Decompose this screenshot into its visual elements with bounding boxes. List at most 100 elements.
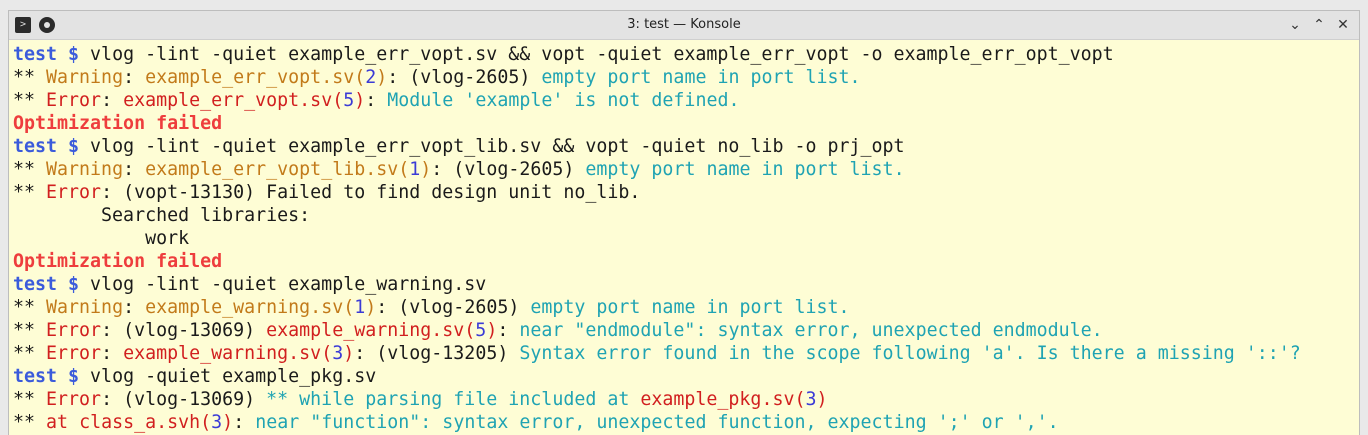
stars: ** [13,90,47,111]
error-label: Error [46,343,102,364]
lparen: ( [398,159,410,180]
sep: : [123,67,146,88]
stars: ** [13,343,47,364]
terminal-line: ** Error: (vlog-13069) example_warning.s… [13,319,1359,342]
terminal-line: test $ vlog -lint -quiet example_err_vop… [13,135,1359,158]
at-label: at [46,412,69,433]
command-text: vlog -lint -quiet example_err_vopt.sv &&… [79,44,1114,65]
rparen: ) [420,159,432,180]
rparen: ) [376,67,388,88]
command-text: vlog -lint -quiet example_err_vopt_lib.s… [79,136,905,157]
error-label: Error [46,90,102,111]
diag-message: near "function": syntax error, unexpecte… [255,412,1059,433]
stars: ** [13,389,47,410]
konsole-window: > 3: test — Konsole ⌄ ⌃ ✕ test $ vlog -l… [8,10,1360,435]
close-button[interactable]: ✕ [1333,15,1353,35]
shell-prompt: test $ [13,366,80,387]
file-name: example_err_vopt.sv [123,90,333,111]
warning-label: Warning [46,297,124,318]
terminal-line: work [13,227,1359,250]
file-name: example_warning.sv [266,320,465,341]
diag-code: : (vlog-13205) [354,343,520,364]
terminal-line: ** Error: (vlog-13069) ** while parsing … [13,388,1359,411]
rparen: ) [365,297,377,318]
warning-label: Warning [46,67,124,88]
file-name: example_pkg.sv [640,389,795,410]
diag-message: empty port name in port list. [585,159,905,180]
diag-text: : (vopt-13130) Failed to find design uni… [101,182,641,203]
terminal-line: Optimization failed [13,112,1359,135]
window-title: 3: test — Konsole [627,17,741,32]
error-label: Error [46,320,102,341]
line-number: 5 [475,320,487,341]
diag-code: : (vlog-2605) [431,159,586,180]
optimization-failed: Optimization failed [13,113,223,134]
diag-message: Syntax error found in the scope followin… [519,343,1301,364]
terminal-line: ** Warning: example_err_vopt.sv(2): (vlo… [13,66,1359,89]
file-name: example_err_vopt_lib.sv [145,159,399,180]
file-name: example_err_vopt.sv [145,67,355,88]
minimize-button[interactable]: ⌄ [1285,15,1305,35]
stars: ** [13,320,47,341]
lparen: ( [321,343,333,364]
rparen: ) [486,320,498,341]
diag-message: ** while parsing file included at [266,389,641,410]
diag-message: empty port name in port list. [530,297,850,318]
lparen: ( [464,320,476,341]
stars: ** [13,182,47,203]
sep: : [123,297,146,318]
terminal-line: ** Error: (vopt-13130) Failed to find de… [13,181,1359,204]
optimization-failed: Optimization failed [13,251,223,272]
file-name: example_warning.sv [145,297,344,318]
rparen: ) [816,389,828,410]
diag-code: : (vlog-2605) [376,297,531,318]
diag-code: : (vlog-2605) [387,67,542,88]
sep: : [101,343,124,364]
line-number: 1 [354,297,366,318]
rparen: ) [343,343,355,364]
sep: : [123,159,146,180]
title-bar: > 3: test — Konsole ⌄ ⌃ ✕ [9,11,1359,40]
sep [68,412,79,433]
terminal-line: ** Error: example_err_vopt.sv(5): Module… [13,89,1359,112]
error-label: Error [46,389,102,410]
line-number: 2 [365,67,377,88]
diag-code: : (vlog-13069) [101,389,267,410]
file-name: class_a.svh [79,412,201,433]
diag-code: : (vlog-13069) [101,320,267,341]
diag-message: Module 'example' is not defined. [387,90,740,111]
sep: : [101,90,124,111]
diag-message: near "endmodule": syntax error, unexpect… [519,320,1103,341]
plain-text: work [13,228,190,249]
terminal-line: ** Warning: example_err_vopt_lib.sv(1): … [13,158,1359,181]
terminal-line: Optimization failed [13,250,1359,273]
maximize-button[interactable]: ⌃ [1309,15,1329,35]
rparen: ) [222,412,234,433]
stars: ** [13,412,47,433]
stars: ** [13,67,47,88]
terminal-line: ** at class_a.svh(3): near "function": s… [13,411,1359,434]
sep: : [233,412,256,433]
plain-text: Searched libraries: [13,205,311,226]
shell-prompt: test $ [13,44,80,65]
diag-code: : [365,90,388,111]
line-number: 3 [805,389,817,410]
stars: ** [13,159,47,180]
line-number: 3 [332,343,344,364]
terminal-line: ** Error: example_warning.sv(3): (vlog-1… [13,342,1359,365]
file-name: example_warning.sv [123,343,322,364]
lparen: ( [354,67,366,88]
warning-label: Warning [46,159,124,180]
rparen: ) [354,90,366,111]
line-number: 1 [409,159,421,180]
line-number: 3 [211,412,223,433]
error-label: Error [46,182,102,203]
command-text: vlog -quiet example_pkg.sv [79,366,377,387]
lparen: ( [200,412,212,433]
sep: : [497,320,520,341]
lparen: ( [794,389,806,410]
terminal-line: test $ vlog -quiet example_pkg.sv [13,365,1359,388]
terminal-line: ** Warning: example_warning.sv(1): (vlog… [13,296,1359,319]
terminal-output[interactable]: test $ vlog -lint -quiet example_err_vop… [13,43,1359,435]
terminal-line: test $ vlog -lint -quiet example_err_vop… [13,43,1359,66]
